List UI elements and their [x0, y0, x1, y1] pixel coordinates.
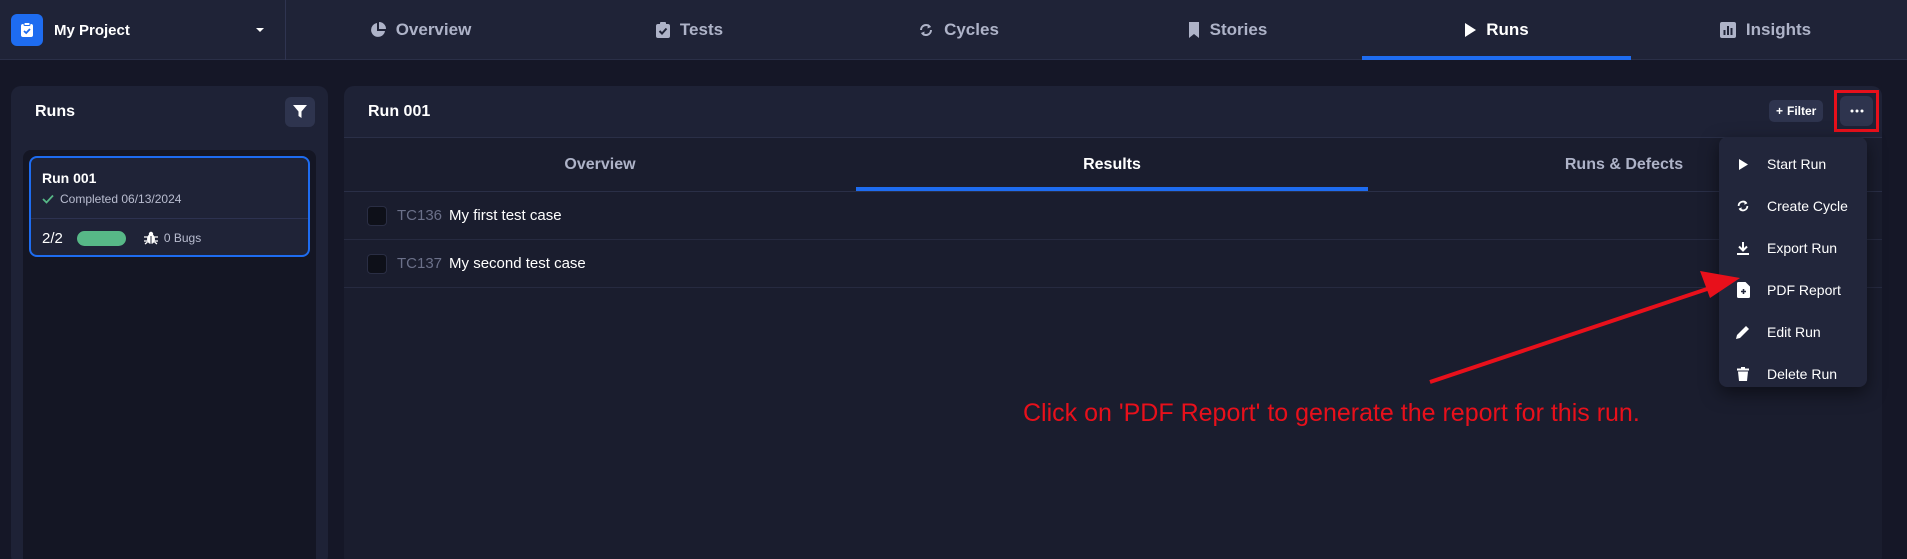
- menu-item-label: Start Run: [1767, 156, 1827, 172]
- menu-item-pdf-report[interactable]: PDF Report: [1719, 269, 1867, 311]
- annotation-text: Click on 'PDF Report' to generate the re…: [1023, 399, 1640, 427]
- test-case-id: TC137: [397, 255, 443, 272]
- bar-chart-icon: [1719, 22, 1736, 38]
- runs-filter-button[interactable]: [285, 97, 315, 127]
- project-logo-icon: [11, 14, 43, 46]
- run-status: Completed 06/13/2024: [42, 192, 308, 206]
- project-selector[interactable]: My Project: [0, 0, 286, 60]
- menu-item-edit-run[interactable]: Edit Run: [1719, 311, 1867, 353]
- main-tabs: Overview Tests Cycles Stories Runs Insig…: [286, 0, 1907, 60]
- tab-overview[interactable]: Overview: [286, 0, 555, 60]
- tab-cycles[interactable]: Cycles: [824, 0, 1093, 60]
- menu-item-label: Delete Run: [1767, 366, 1838, 382]
- run-detail-panel: Run 001 + Filter Overview Results Runs &…: [344, 86, 1882, 559]
- menu-item-label: Export Run: [1767, 240, 1838, 256]
- download-icon: [1735, 240, 1751, 256]
- row-checkbox[interactable]: [367, 205, 387, 226]
- run-detail-tabs: Overview Results Runs & Defects: [344, 138, 1882, 192]
- run-bugs-text: 0 Bugs: [163, 231, 202, 245]
- tab-tests-label: Tests: [679, 20, 724, 39]
- run-progress-bar: [76, 230, 126, 246]
- menu-item-start-run[interactable]: Start Run: [1719, 143, 1867, 185]
- run-card-footer: 2/2 0 Bugs: [31, 219, 308, 257]
- clipboard-check-icon: [655, 22, 670, 38]
- tab-insights[interactable]: Insights: [1631, 0, 1900, 60]
- tab-tests[interactable]: Tests: [555, 0, 824, 60]
- check-icon: [42, 194, 54, 204]
- play-icon: [1735, 156, 1751, 172]
- cycle-icon: [1735, 198, 1751, 214]
- cycle-icon: [918, 22, 934, 38]
- tab-insights-label: Insights: [1745, 20, 1812, 39]
- runs-panel-title: Runs: [35, 103, 75, 120]
- runs-panel: Runs Run 001 Completed 06/13/2024 2/2 0 …: [11, 86, 328, 559]
- menu-item-label: Create Cycle: [1767, 198, 1848, 214]
- run-card[interactable]: Run 001 Completed 06/13/2024 2/2 0 Bugs: [29, 156, 310, 257]
- chevron-down-icon: [255, 27, 265, 33]
- add-filter-button[interactable]: + Filter: [1769, 100, 1824, 122]
- run-title: Run 001: [368, 102, 431, 120]
- test-case-name[interactable]: My first test case: [449, 207, 562, 224]
- top-navigation: My Project Overview Tests Cycles Stories…: [0, 0, 1907, 60]
- tab-runs-label: Runs: [1486, 20, 1529, 39]
- plus-icon: +: [1776, 104, 1784, 118]
- tab-stories[interactable]: Stories: [1093, 0, 1362, 60]
- bookmark-icon: [1188, 22, 1200, 38]
- run-status-text: Completed 06/13/2024: [60, 192, 182, 206]
- menu-item-delete-run[interactable]: Delete Run: [1719, 353, 1867, 395]
- tab-overview-label: Overview: [395, 20, 472, 39]
- menu-item-label: Edit Run: [1767, 324, 1821, 340]
- tab-run-overview[interactable]: Overview: [344, 138, 856, 191]
- run-detail-header: Run 001 + Filter: [344, 86, 1882, 138]
- tab-results[interactable]: Results: [856, 138, 1368, 191]
- filter-icon: [293, 105, 307, 119]
- table-row[interactable]: TC136 My first test case: [344, 192, 1882, 240]
- test-case-name[interactable]: My second test case: [449, 255, 586, 272]
- test-case-id: TC136: [397, 207, 443, 224]
- play-icon: [1464, 23, 1477, 37]
- table-row[interactable]: TC137 My second test case: [344, 240, 1882, 288]
- project-name: My Project: [54, 21, 130, 39]
- menu-item-export-run[interactable]: Export Run: [1719, 227, 1867, 269]
- pdf-file-icon: [1735, 282, 1751, 298]
- bug-icon: [143, 231, 158, 245]
- annotation-highlight-box: [1834, 90, 1879, 132]
- run-actions-menu: Start Run Create Cycle Export Run PDF Re…: [1719, 137, 1867, 387]
- tab-runs[interactable]: Runs: [1362, 0, 1631, 60]
- trash-icon: [1735, 366, 1751, 382]
- tab-cycles-label: Cycles: [944, 20, 999, 39]
- menu-item-create-cycle[interactable]: Create Cycle: [1719, 185, 1867, 227]
- tab-stories-label: Stories: [1209, 20, 1268, 39]
- row-checkbox[interactable]: [367, 253, 387, 274]
- run-count: 2/2: [42, 229, 63, 247]
- runs-list: Run 001 Completed 06/13/2024 2/2 0 Bugs: [23, 150, 316, 559]
- menu-item-label: PDF Report: [1767, 282, 1841, 298]
- pencil-icon: [1735, 324, 1751, 340]
- pie-chart-icon: [370, 22, 386, 38]
- test-case-list: TC136 My first test case TC137 My second…: [344, 192, 1882, 559]
- run-name: Run 001: [42, 170, 97, 186]
- run-bugs: 0 Bugs: [143, 231, 202, 245]
- add-filter-label: Filter: [1787, 104, 1817, 118]
- run-card-header: Run 001 Completed 06/13/2024: [31, 158, 308, 219]
- runs-panel-header: Runs: [11, 86, 328, 138]
